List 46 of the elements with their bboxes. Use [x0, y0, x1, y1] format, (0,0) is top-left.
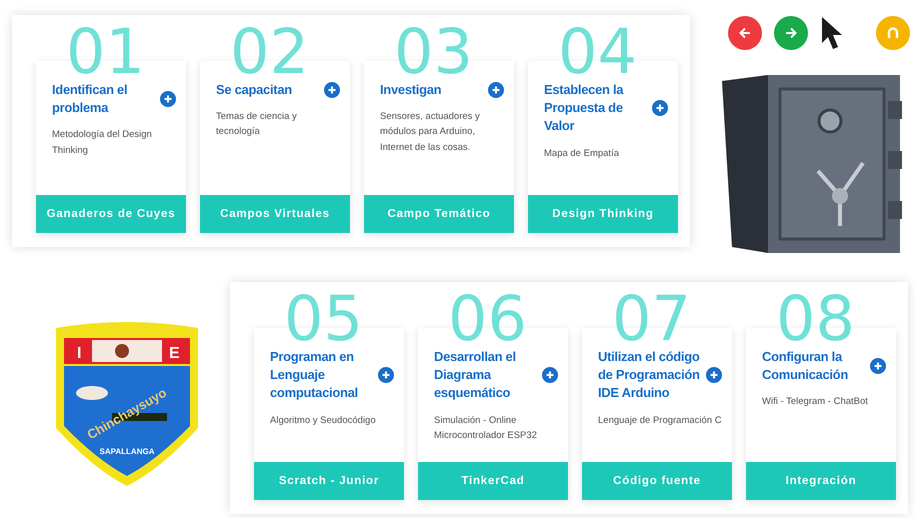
step-description: Mapa de Empatía: [544, 146, 620, 161]
plus-icon[interactable]: [488, 82, 504, 98]
plus-icon[interactable]: [378, 367, 394, 384]
step-button[interactable]: Código fuente: [582, 462, 732, 500]
left-arrow-icon: [738, 26, 752, 40]
right-arrow-icon: [784, 26, 798, 40]
step-description: Wifi - Telegram - ChatBot: [762, 395, 869, 410]
step-button[interactable]: Ganaderos de Cuyes: [36, 195, 186, 233]
nav-button[interactable]: [774, 16, 808, 50]
step-number: 04: [558, 21, 637, 83]
step-button[interactable]: TinkerCad: [418, 462, 568, 500]
step-title: Se capacitan: [216, 81, 293, 99]
step-title: Configuran la Comunicación: [762, 348, 849, 384]
plus-icon[interactable]: [870, 358, 886, 374]
step-description: Simulación - Online Microcontrolador ESP32: [434, 414, 538, 443]
step-number: 05: [284, 288, 363, 350]
step-number: 06: [448, 288, 527, 350]
step-title: Establecen la Propuesta de Valor: [544, 81, 624, 136]
step-number: 03: [394, 21, 473, 83]
step-number: 02: [230, 21, 309, 83]
step-button[interactable]: Campo Temático: [364, 195, 514, 233]
step-description: Algoritmo y Seudocódigo: [270, 414, 377, 428]
step-button[interactable]: Scratch - Junior: [254, 462, 404, 500]
step-description: Lenguaje de Programación C: [598, 414, 722, 428]
step-number: 08: [776, 288, 855, 350]
plus-icon[interactable]: [542, 367, 558, 384]
step-title: Programan en Lenguaje computacional: [270, 348, 359, 402]
step-number: 07: [612, 288, 691, 350]
step-title: Identifican el problema: [52, 81, 128, 118]
plus-icon[interactable]: [706, 367, 722, 384]
plus-icon[interactable]: [160, 91, 176, 108]
step-button[interactable]: Integración: [746, 462, 896, 500]
step-title: Desarrollan el Diagrama esquemático: [434, 348, 517, 402]
plus-icon[interactable]: [324, 82, 340, 98]
step-number: 01: [66, 21, 145, 83]
step-button[interactable]: Design Thinking: [528, 195, 678, 233]
cursor-icon: [820, 15, 844, 51]
plus-icon[interactable]: [652, 100, 668, 116]
step-button[interactable]: Campos Virtuales: [200, 195, 350, 233]
step-title: Investigan: [380, 81, 442, 99]
home-icon: [886, 26, 900, 40]
nav-button[interactable]: [728, 16, 762, 50]
step-description: Temas de ciencia y tecnología: [216, 110, 298, 140]
step-description: Metodología del Design Thinking: [52, 128, 153, 158]
step-title: Utilizan el código de Programación IDE Arduino: [598, 348, 700, 402]
step-description: Sensores, actuadores y módulos para Arduino, Internet de las cosas.: [380, 110, 481, 155]
